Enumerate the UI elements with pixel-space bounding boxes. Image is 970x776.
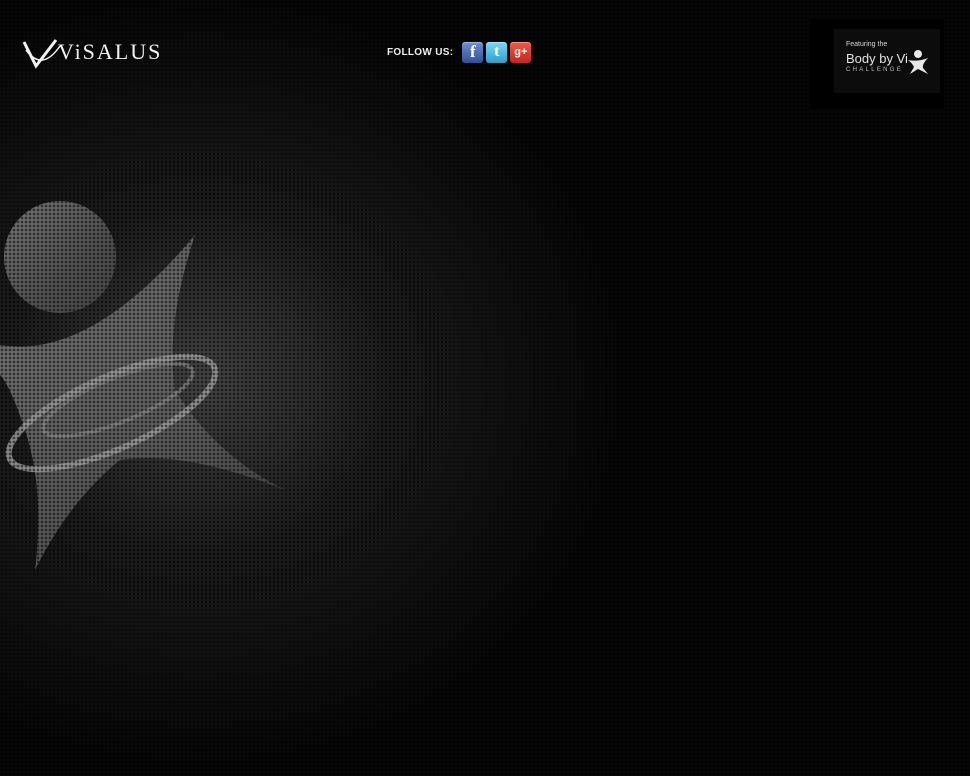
badge-title: Body by Vi: [846, 51, 908, 66]
badge-subtitle: CHALLENGE: [846, 67, 904, 73]
facebook-icon[interactable]: f: [462, 41, 484, 63]
twitter-icon[interactable]: t: [486, 41, 508, 63]
visalus-figure-emblem: [0, 201, 285, 570]
follow-us-label: FOLLOW US:: [387, 46, 454, 58]
logo-wordmark: ViSALUS: [58, 39, 163, 64]
body-by-vi-figure-icon: [908, 50, 928, 74]
google-plus-icon[interactable]: g+: [510, 41, 532, 63]
body-by-vi-badge-frame: Featuring the Body by Vi CHALLENGE: [810, 19, 944, 109]
body-by-vi-badge[interactable]: Featuring the Body by Vi CHALLENGE: [834, 29, 940, 93]
landing-page: ViSALUS FOLLOW US: f t g+ Featuring the …: [0, 0, 970, 776]
visalus-v-swoosh-icon: [22, 39, 61, 69]
badge-featuring-text: Featuring the: [846, 41, 888, 48]
visalus-logo[interactable]: ViSALUS: [22, 36, 160, 72]
follow-us-bar: FOLLOW US: f t g+: [387, 40, 534, 64]
